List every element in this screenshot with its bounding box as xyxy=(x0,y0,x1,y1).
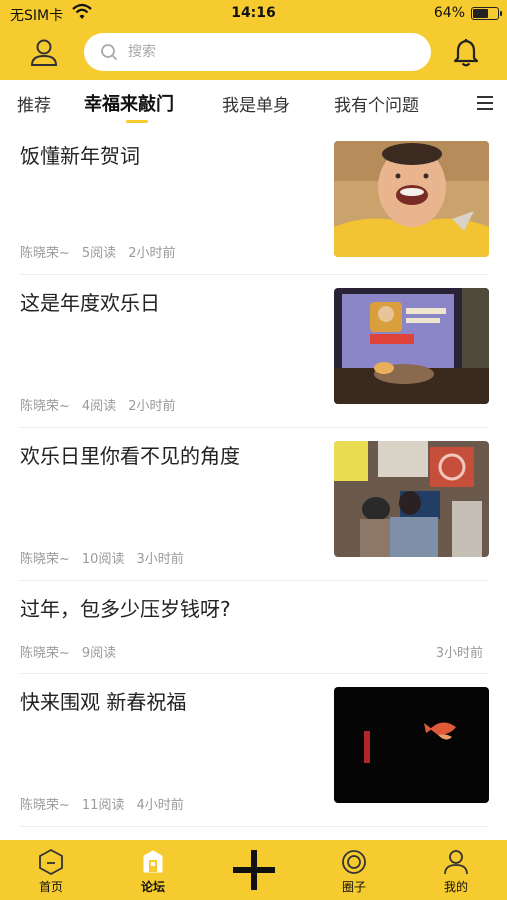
article-meta: 陈晓荣~ 5阅读 2小时前 xyxy=(20,242,187,261)
battery-percent: 64% xyxy=(433,5,465,21)
active-tab-indicator xyxy=(126,120,148,123)
article-item[interactable]: 快来围观 新春祝福 陈晓荣~ 11阅读 4小时前 xyxy=(20,674,489,827)
article-reads: 10阅读 xyxy=(81,552,125,567)
article-time: 2小时前 xyxy=(128,246,176,261)
home-hexagon-icon xyxy=(39,848,63,876)
tab-single[interactable]: 我是单身 xyxy=(222,91,290,116)
profile-icon xyxy=(444,850,468,875)
tab-question[interactable]: 我有个问题 xyxy=(334,91,419,116)
article-item[interactable]: 过年，包多少压岁钱呀? 陈晓荣~ 9阅读 3小时前 xyxy=(20,581,489,674)
status-bar: 无SIM卡 14:16 64% xyxy=(0,0,507,28)
article-title: 快来围观 新春祝福 xyxy=(20,690,187,714)
article-meta: 陈晓荣~ 4阅读 2小时前 xyxy=(20,395,187,414)
article-feed: 饭懂新年贺词 陈晓荣~ 5阅读 2小时前 这是年度欢乐日 陈晓荣~ 4阅读 2小时前 xyxy=(0,128,507,840)
article-time: 3小时前 xyxy=(435,646,483,661)
article-item[interactable]: 饭懂新年贺词 陈晓荣~ 5阅读 2小时前 xyxy=(20,128,489,275)
nav-home[interactable]: 首页 xyxy=(21,848,81,898)
category-tabs: 推荐 幸福来敲门 我是单身 我有个问题 xyxy=(0,80,507,128)
article-reads: 9阅读 xyxy=(81,646,117,661)
article-reads: 11阅读 xyxy=(81,798,125,813)
tab-recommend[interactable]: 推荐 xyxy=(17,91,51,116)
article-title: 饭懂新年贺词 xyxy=(20,144,140,168)
article-thumbnail xyxy=(334,141,489,257)
article-title: 这是年度欢乐日 xyxy=(20,291,160,315)
article-item[interactable]: 欢乐日里你看不见的角度 陈晓荣~ 10阅读 3小时前 xyxy=(20,428,489,581)
user-icon[interactable] xyxy=(28,36,60,68)
article-author: 陈晓荣~ xyxy=(20,646,70,661)
article-thumbnail xyxy=(334,441,489,557)
search-input[interactable] xyxy=(128,39,408,65)
battery-icon xyxy=(471,7,502,20)
article-author: 陈晓荣~ xyxy=(20,399,70,414)
bell-icon[interactable] xyxy=(451,36,481,68)
article-item[interactable]: 这是年度欢乐日 陈晓荣~ 4阅读 2小时前 xyxy=(20,275,489,428)
nav-circle-label: 圈子 xyxy=(341,880,366,894)
article-author: 陈晓荣~ xyxy=(20,798,70,813)
article-reads: 5阅读 xyxy=(81,246,117,261)
nav-profile[interactable]: 我的 xyxy=(426,848,486,898)
article-author: 陈晓荣~ xyxy=(20,246,70,261)
article-author: 陈晓荣~ xyxy=(20,552,70,567)
search-bar[interactable] xyxy=(84,33,431,71)
plus-icon[interactable] xyxy=(231,848,277,892)
article-reads: 4阅读 xyxy=(81,399,117,414)
search-icon xyxy=(101,44,118,61)
article-meta: 陈晓荣~ 11阅读 4小时前 xyxy=(20,794,196,813)
tab-happiness[interactable]: 幸福来敲门 xyxy=(84,90,174,116)
article-title: 欢乐日里你看不见的角度 xyxy=(20,444,240,468)
article-meta: 陈晓荣~ 9阅读 xyxy=(20,642,128,661)
article-title: 过年，包多少压岁钱呀? xyxy=(20,597,231,621)
bottom-nav: 首页 论坛 圈子 我的 xyxy=(0,840,507,900)
nav-forum-label: 论坛 xyxy=(140,880,165,894)
article-meta: 陈晓荣~ 10阅读 3小时前 xyxy=(20,548,196,567)
nav-home-label: 首页 xyxy=(38,880,63,894)
nav-circle[interactable]: 圈子 xyxy=(324,848,384,898)
article-thumbnail xyxy=(334,288,489,404)
clock: 14:16 xyxy=(231,5,276,21)
nav-forum[interactable]: 论坛 xyxy=(123,848,183,898)
top-bar: 无SIM卡 14:16 64% xyxy=(0,0,507,80)
forum-icon xyxy=(143,850,163,873)
battery-fill xyxy=(473,9,488,18)
circle-icon xyxy=(342,850,366,874)
article-thumbnail xyxy=(334,687,489,803)
menu-icon[interactable] xyxy=(476,94,494,112)
article-time: 2小时前 xyxy=(128,399,176,414)
nav-profile-label: 我的 xyxy=(443,880,468,894)
article-time: 3小时前 xyxy=(136,552,184,567)
article-time: 4小时前 xyxy=(136,798,184,813)
